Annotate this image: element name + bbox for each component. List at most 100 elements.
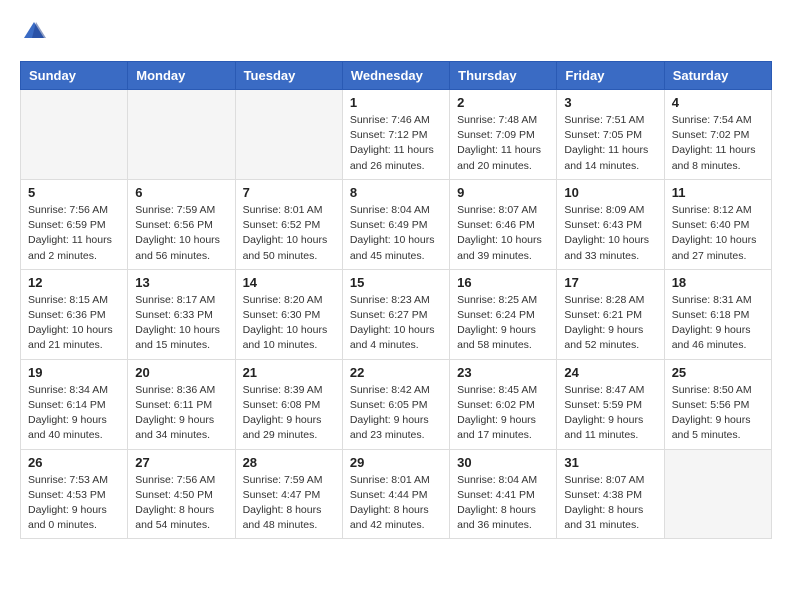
day-number: 10 — [564, 185, 656, 200]
day-info: Sunrise: 8:23 AM Sunset: 6:27 PM Dayligh… — [350, 293, 442, 354]
calendar-cell: 31 Sunrise: 8:07 AM Sunset: 4:38 PM Dayli… — [557, 449, 664, 539]
day-number: 8 — [350, 185, 442, 200]
day-number: 7 — [243, 185, 335, 200]
calendar-cell: 16 Sunrise: 8:25 AM Sunset: 6:24 PM Dayli… — [450, 269, 557, 359]
day-number: 14 — [243, 275, 335, 290]
calendar-cell: 21 Sunrise: 8:39 AM Sunset: 6:08 PM Dayli… — [235, 359, 342, 449]
day-info: Sunrise: 8:17 AM Sunset: 6:33 PM Dayligh… — [135, 293, 227, 354]
week-row-4: 19 Sunrise: 8:34 AM Sunset: 6:14 PM Dayli… — [21, 359, 772, 449]
calendar-cell: 17 Sunrise: 8:28 AM Sunset: 6:21 PM Dayli… — [557, 269, 664, 359]
calendar-cell: 3Sunrise: 7:51 AM Sunset: 7:05 PM Daylig… — [557, 90, 664, 180]
calendar-cell: 10 Sunrise: 8:09 AM Sunset: 6:43 PM Dayli… — [557, 179, 664, 269]
day-number: 29 — [350, 455, 442, 470]
week-row-3: 12 Sunrise: 8:15 AM Sunset: 6:36 PM Dayli… — [21, 269, 772, 359]
calendar-cell: 27Sunrise: 7:56 AM Sunset: 4:50 PM Dayli… — [128, 449, 235, 539]
day-info: Sunrise: 8:36 AM Sunset: 6:11 PM Dayligh… — [135, 383, 227, 444]
day-number: 27 — [135, 455, 227, 470]
day-number: 31 — [564, 455, 656, 470]
day-info: Sunrise: 8:25 AM Sunset: 6:24 PM Dayligh… — [457, 293, 549, 354]
calendar-cell: 4 Sunrise: 7:54 AM Sunset: 7:02 PM Daylig… — [664, 90, 771, 180]
calendar-cell: 2 Sunrise: 7:48 AM Sunset: 7:09 PM Daylig… — [450, 90, 557, 180]
day-info: Sunrise: 8:01 AM Sunset: 6:52 PM Dayligh… — [243, 203, 335, 264]
calendar-table: SundayMondayTuesdayWednesdayThursdayFrid… — [20, 61, 772, 539]
day-number: 4 — [672, 95, 764, 110]
calendar-header-saturday: Saturday — [664, 62, 771, 90]
day-info: Sunrise: 7:56 AM Sunset: 6:59 PM Dayligh… — [28, 203, 120, 264]
calendar-cell: 14 Sunrise: 8:20 AM Sunset: 6:30 PM Dayli… — [235, 269, 342, 359]
page-header — [20, 20, 772, 45]
day-number: 17 — [564, 275, 656, 290]
calendar-cell: 28Sunrise: 7:59 AM Sunset: 4:47 PM Dayli… — [235, 449, 342, 539]
calendar-cell: 24 Sunrise: 8:47 AM Sunset: 5:59 PM Dayli… — [557, 359, 664, 449]
day-number: 26 — [28, 455, 120, 470]
calendar-cell: 18Sunrise: 8:31 AM Sunset: 6:18 PM Dayli… — [664, 269, 771, 359]
calendar-cell: 5 Sunrise: 7:56 AM Sunset: 6:59 PM Daylig… — [21, 179, 128, 269]
day-info: Sunrise: 7:54 AM Sunset: 7:02 PM Dayligh… — [672, 113, 764, 174]
day-number: 22 — [350, 365, 442, 380]
calendar-cell: 6 Sunrise: 7:59 AM Sunset: 6:56 PM Daylig… — [128, 179, 235, 269]
day-info: Sunrise: 8:09 AM Sunset: 6:43 PM Dayligh… — [564, 203, 656, 264]
calendar-header-monday: Monday — [128, 62, 235, 90]
calendar-cell: 1 Sunrise: 7:46 AM Sunset: 7:12 PM Daylig… — [342, 90, 449, 180]
day-number: 13 — [135, 275, 227, 290]
day-number: 24 — [564, 365, 656, 380]
calendar-header-wednesday: Wednesday — [342, 62, 449, 90]
day-info: Sunrise: 8:04 AM Sunset: 4:41 PM Dayligh… — [457, 473, 549, 534]
day-info: Sunrise: 7:46 AM Sunset: 7:12 PM Dayligh… — [350, 113, 442, 174]
day-info: Sunrise: 8:01 AM Sunset: 4:44 PM Dayligh… — [350, 473, 442, 534]
calendar-cell: 23Sunrise: 8:45 AM Sunset: 6:02 PM Dayli… — [450, 359, 557, 449]
logo-text — [20, 20, 46, 45]
logo — [20, 20, 46, 45]
day-info: Sunrise: 8:50 AM Sunset: 5:56 PM Dayligh… — [672, 383, 764, 444]
day-number: 6 — [135, 185, 227, 200]
calendar-header-sunday: Sunday — [21, 62, 128, 90]
day-info: Sunrise: 7:59 AM Sunset: 4:47 PM Dayligh… — [243, 473, 335, 534]
day-number: 2 — [457, 95, 549, 110]
day-number: 9 — [457, 185, 549, 200]
week-row-5: 26Sunrise: 7:53 AM Sunset: 4:53 PM Dayli… — [21, 449, 772, 539]
week-row-2: 5 Sunrise: 7:56 AM Sunset: 6:59 PM Daylig… — [21, 179, 772, 269]
day-number: 25 — [672, 365, 764, 380]
day-number: 21 — [243, 365, 335, 380]
calendar-cell: 9 Sunrise: 8:07 AM Sunset: 6:46 PM Daylig… — [450, 179, 557, 269]
day-info: Sunrise: 8:20 AM Sunset: 6:30 PM Dayligh… — [243, 293, 335, 354]
day-number: 16 — [457, 275, 549, 290]
day-number: 20 — [135, 365, 227, 380]
calendar-header-friday: Friday — [557, 62, 664, 90]
calendar-cell: 30 Sunrise: 8:04 AM Sunset: 4:41 PM Dayli… — [450, 449, 557, 539]
calendar-cell — [21, 90, 128, 180]
day-info: Sunrise: 7:48 AM Sunset: 7:09 PM Dayligh… — [457, 113, 549, 174]
week-row-1: 1 Sunrise: 7:46 AM Sunset: 7:12 PM Daylig… — [21, 90, 772, 180]
day-number: 11 — [672, 185, 764, 200]
day-number: 30 — [457, 455, 549, 470]
calendar-header-thursday: Thursday — [450, 62, 557, 90]
day-info: Sunrise: 8:28 AM Sunset: 6:21 PM Dayligh… — [564, 293, 656, 354]
calendar-cell — [128, 90, 235, 180]
calendar-cell: 13 Sunrise: 8:17 AM Sunset: 6:33 PM Dayli… — [128, 269, 235, 359]
calendar-cell: 29 Sunrise: 8:01 AM Sunset: 4:44 PM Dayli… — [342, 449, 449, 539]
day-info: Sunrise: 8:47 AM Sunset: 5:59 PM Dayligh… — [564, 383, 656, 444]
day-info: Sunrise: 8:31 AM Sunset: 6:18 PM Dayligh… — [672, 293, 764, 354]
calendar-cell: 26Sunrise: 7:53 AM Sunset: 4:53 PM Dayli… — [21, 449, 128, 539]
day-info: Sunrise: 8:42 AM Sunset: 6:05 PM Dayligh… — [350, 383, 442, 444]
calendar-cell: 20 Sunrise: 8:36 AM Sunset: 6:11 PM Dayli… — [128, 359, 235, 449]
calendar-cell: 12 Sunrise: 8:15 AM Sunset: 6:36 PM Dayli… — [21, 269, 128, 359]
day-info: Sunrise: 8:15 AM Sunset: 6:36 PM Dayligh… — [28, 293, 120, 354]
calendar-cell: 22 Sunrise: 8:42 AM Sunset: 6:05 PM Dayli… — [342, 359, 449, 449]
calendar-cell — [664, 449, 771, 539]
day-info: Sunrise: 8:07 AM Sunset: 4:38 PM Dayligh… — [564, 473, 656, 534]
day-info: Sunrise: 8:39 AM Sunset: 6:08 PM Dayligh… — [243, 383, 335, 444]
calendar-cell: 8 Sunrise: 8:04 AM Sunset: 6:49 PM Daylig… — [342, 179, 449, 269]
day-info: Sunrise: 8:07 AM Sunset: 6:46 PM Dayligh… — [457, 203, 549, 264]
day-info: Sunrise: 7:59 AM Sunset: 6:56 PM Dayligh… — [135, 203, 227, 264]
day-info: Sunrise: 8:04 AM Sunset: 6:49 PM Dayligh… — [350, 203, 442, 264]
day-info: Sunrise: 8:34 AM Sunset: 6:14 PM Dayligh… — [28, 383, 120, 444]
day-number: 1 — [350, 95, 442, 110]
calendar-header-row: SundayMondayTuesdayWednesdayThursdayFrid… — [21, 62, 772, 90]
day-number: 19 — [28, 365, 120, 380]
calendar-cell: 7 Sunrise: 8:01 AM Sunset: 6:52 PM Daylig… — [235, 179, 342, 269]
calendar-cell: 11Sunrise: 8:12 AM Sunset: 6:40 PM Dayli… — [664, 179, 771, 269]
day-number: 12 — [28, 275, 120, 290]
calendar-cell: 25 Sunrise: 8:50 AM Sunset: 5:56 PM Dayli… — [664, 359, 771, 449]
day-number: 5 — [28, 185, 120, 200]
